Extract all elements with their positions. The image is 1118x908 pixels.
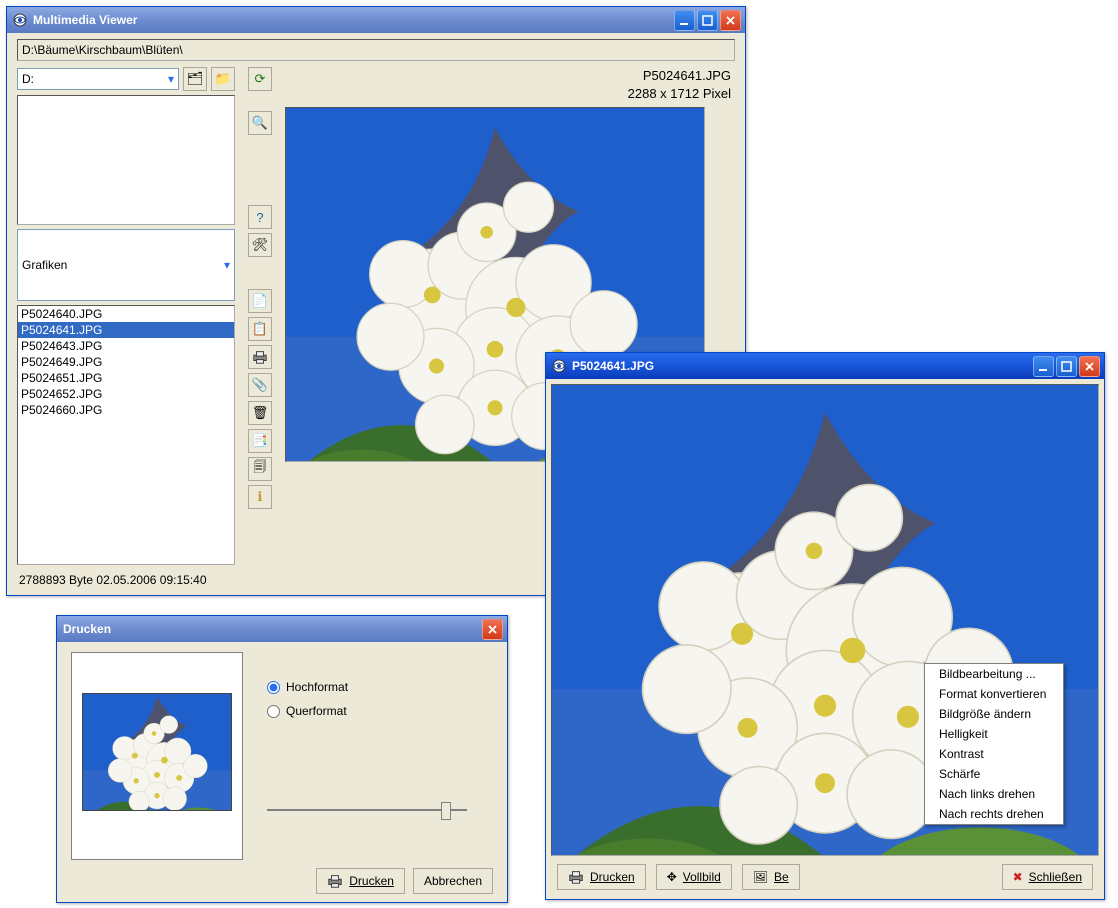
print-confirm-button[interactable]: Drucken: [316, 868, 405, 894]
print-button[interactable]: [248, 345, 272, 369]
folder-tree[interactable]: [17, 95, 235, 225]
duplicate-button[interactable]: 🗐: [248, 457, 272, 481]
detail-minimize-button[interactable]: [1033, 356, 1054, 377]
file-list-item[interactable]: P5024652.JPG: [18, 386, 234, 402]
context-menu-item[interactable]: Bildbearbeitung ...: [925, 664, 1063, 684]
filter-combo[interactable]: Grafiken ▾: [17, 229, 235, 301]
context-menu-item[interactable]: Kontrast: [925, 744, 1063, 764]
close-button[interactable]: ✖ Schließen: [1002, 864, 1093, 890]
zoom-button[interactable]: 🔍: [248, 111, 272, 135]
context-menu-item[interactable]: Format konvertieren: [925, 684, 1063, 704]
context-menu-item[interactable]: Helligkeit: [925, 724, 1063, 744]
up-folder-button[interactable]: 📁: [211, 67, 235, 91]
path-field[interactable]: D:\Bäume\Kirschbaum\Blüten\: [17, 39, 735, 61]
printer-icon: [568, 869, 584, 885]
file-list-item[interactable]: P5024641.JPG: [18, 322, 234, 338]
page-preview-thumb: [82, 693, 232, 811]
detail-titlebar[interactable]: P5024641.JPG: [546, 353, 1104, 379]
app-eye-icon: [13, 13, 27, 27]
context-menu-item[interactable]: Schärfe: [925, 764, 1063, 784]
refresh-button[interactable]: ⟳: [248, 67, 272, 91]
context-menu-item[interactable]: Bildgröße ändern: [925, 704, 1063, 724]
attach-button[interactable]: 📎: [248, 373, 272, 397]
print-cancel-button[interactable]: Abbrechen: [413, 868, 493, 894]
file-list-item[interactable]: P5024651.JPG: [18, 370, 234, 386]
context-menu-item[interactable]: Nach links drehen: [925, 784, 1063, 804]
chevron-down-icon: ▾: [168, 72, 174, 86]
main-title: Multimedia Viewer: [33, 13, 137, 27]
fullscreen-button[interactable]: ✥ Vollbild: [656, 864, 732, 890]
file-dims-label: 2288 x 1712 Pixel: [285, 85, 731, 103]
page-preview: [71, 652, 243, 860]
settings-button[interactable]: 🛠: [248, 233, 272, 257]
image-edit-icon: 🖼: [753, 870, 768, 884]
file-list-item[interactable]: P5024660.JPG: [18, 402, 234, 418]
clipboard-button[interactable]: 📋: [248, 317, 272, 341]
file-list-item[interactable]: P5024643.JPG: [18, 338, 234, 354]
filter-combo-value: Grafiken: [22, 258, 67, 272]
context-menu-item[interactable]: Nach rechts drehen: [925, 804, 1063, 824]
drive-combo-value: D:: [22, 72, 34, 86]
properties-button[interactable]: 🗂: [183, 67, 207, 91]
printer-icon: [327, 873, 343, 889]
portrait-radio[interactable]: Hochformat: [267, 680, 467, 694]
image-detail-window: P5024641.JPG Bildbearbeitung ...Format k…: [545, 352, 1105, 900]
detail-title: P5024641.JPG: [572, 359, 654, 373]
print-titlebar[interactable]: Drucken: [57, 616, 507, 642]
main-close-button[interactable]: [720, 10, 741, 31]
delete-button[interactable]: 🗑: [248, 401, 272, 425]
main-titlebar[interactable]: Multimedia Viewer: [7, 7, 745, 33]
close-icon: ✖: [1013, 870, 1023, 884]
fullscreen-icon: ✥: [667, 870, 677, 884]
main-maximize-button[interactable]: [697, 10, 718, 31]
help-button[interactable]: ?: [248, 205, 272, 229]
copy-button[interactable]: 📑: [248, 429, 272, 453]
preview-button[interactable]: 📄: [248, 289, 272, 313]
file-list-item[interactable]: P5024640.JPG: [18, 306, 234, 322]
file-list-item[interactable]: P5024649.JPG: [18, 354, 234, 370]
context-menu[interactable]: Bildbearbeitung ...Format konvertierenBi…: [924, 663, 1064, 825]
file-list[interactable]: P5024640.JPGP5024641.JPGP5024643.JPGP502…: [17, 305, 235, 565]
detail-close-button[interactable]: [1079, 356, 1100, 377]
app-eye-icon: [552, 359, 566, 373]
print-title: Drucken: [63, 622, 111, 636]
print-close-button[interactable]: [482, 619, 503, 640]
edit-button[interactable]: 🖼 Be: [742, 864, 800, 890]
status-line: 2788893 Byte 02.05.2006 09:15:40: [17, 569, 235, 591]
file-name-label: P5024641.JPG: [285, 67, 731, 85]
main-minimize-button[interactable]: [674, 10, 695, 31]
detail-maximize-button[interactable]: [1056, 356, 1077, 377]
chevron-down-icon: ▾: [224, 258, 230, 272]
scale-slider[interactable]: [267, 800, 467, 820]
print-dialog: Drucken Hochformat Querformat: [56, 615, 508, 903]
detail-print-button[interactable]: Drucken: [557, 864, 646, 890]
drive-combo[interactable]: D: ▾: [17, 68, 179, 90]
landscape-radio[interactable]: Querformat: [267, 704, 467, 718]
info-button[interactable]: ℹ: [248, 485, 272, 509]
detail-image[interactable]: Bildbearbeitung ...Format konvertierenBi…: [551, 384, 1099, 856]
